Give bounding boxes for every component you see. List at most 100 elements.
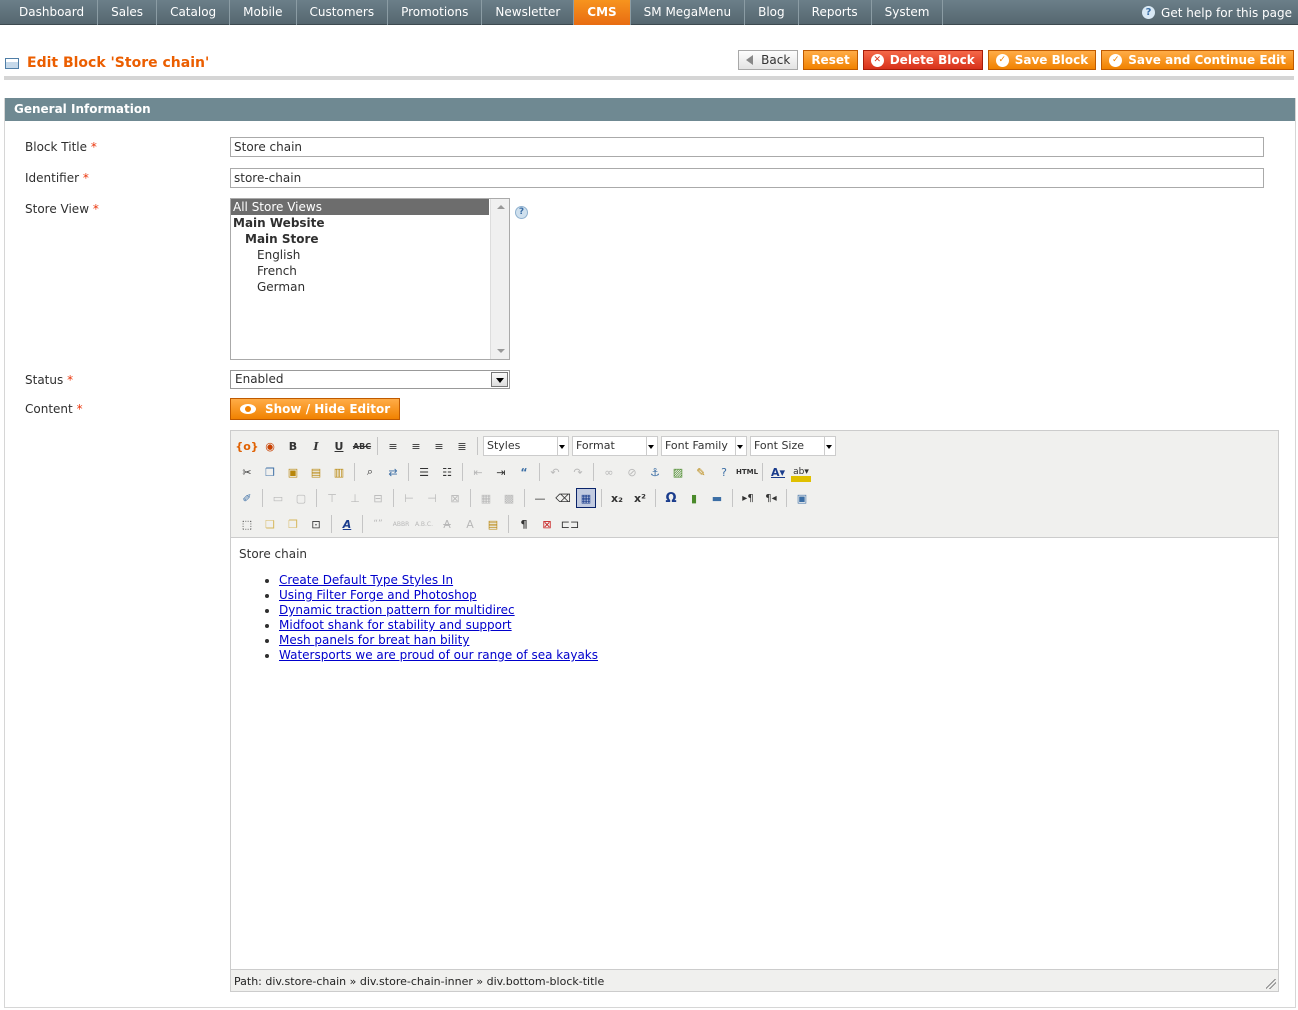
widget-icon[interactable]: {o} [235,436,258,456]
reset-button[interactable]: Reset [803,50,858,70]
cleanup-icon[interactable]: ✎ [691,462,711,482]
table-icon[interactable]: ▦ [576,488,596,508]
align-justify-icon[interactable]: ≣ [452,436,472,456]
editor-content-area[interactable]: Store chain Create Default Type Styles I… [231,537,1278,970]
save-block-button[interactable]: ✓ Save Block [987,50,1097,70]
styles-select[interactable]: Styles [483,436,569,456]
layer-icon[interactable]: ▣ [792,488,812,508]
anchor-icon[interactable]: ⚓ [645,462,665,482]
align-left-icon[interactable]: ≡ [383,436,403,456]
resize-handle-icon[interactable] [1266,979,1276,989]
nav-sales[interactable]: Sales [98,0,158,25]
delete-row-icon[interactable]: ⊟ [368,488,388,508]
format-select[interactable]: Format [572,436,658,456]
fullscreen-icon[interactable]: ▬ [707,488,727,508]
superscript-icon[interactable]: x² [630,488,650,508]
nav-sm-megamenu[interactable]: SM MegaMenu [631,0,746,25]
del-icon[interactable]: A [437,514,457,534]
content-link[interactable]: Midfoot shank for stability and support [279,618,512,632]
delete-block-button[interactable]: ✕ Delete Block [862,50,983,70]
table-cell-props-icon[interactable]: ▢ [291,488,311,508]
image-icon[interactable]: ▨ [668,462,688,482]
visual-chars-icon[interactable]: ¶ [514,514,534,534]
subscript-icon[interactable]: x₂ [607,488,627,508]
media-icon[interactable]: ▮ [684,488,704,508]
store-view-option[interactable]: French [231,263,509,279]
remove-format-icon[interactable]: ⌫ [553,488,573,508]
link-icon[interactable]: ∞ [599,462,619,482]
back-button[interactable]: Back [738,50,799,70]
unlink-icon[interactable]: ⊘ [622,462,642,482]
help-link[interactable]: ? Get help for this page [1142,0,1292,25]
nav-catalog[interactable]: Catalog [157,0,231,25]
nav-cms[interactable]: CMS [574,0,631,25]
edit-icon[interactable]: ✐ [237,488,257,508]
listbox-scrollbar[interactable] [490,199,509,359]
content-link[interactable]: Watersports we are proud of our range of… [279,648,598,662]
ltr-icon[interactable]: ▸¶ [738,488,758,508]
split-cells-icon[interactable]: ▦ [476,488,496,508]
move-backward-icon[interactable]: ❐ [283,514,303,534]
text-color-icon[interactable]: A▾ [768,462,788,482]
scroll-up-icon[interactable] [497,205,505,209]
content-link[interactable]: Create Default Type Styles In [279,573,453,587]
page-break-icon[interactable]: ⊏⊐ [560,514,580,534]
rtl-icon[interactable]: ¶◂ [761,488,781,508]
content-link[interactable]: Dynamic traction pattern for multidirec [279,603,515,617]
nav-promotions[interactable]: Promotions [388,0,483,25]
insert-row-before-icon[interactable]: ⊤ [322,488,342,508]
redo-icon[interactable]: ↷ [568,462,588,482]
bold-icon[interactable]: B [283,436,303,456]
horizontal-rule-icon[interactable]: — [530,488,550,508]
store-view-multiselect[interactable]: All Store Views Main Website Main Store … [230,198,510,360]
numbered-list-icon[interactable]: ☷ [437,462,457,482]
block-title-input[interactable]: Store chain [230,137,1264,157]
nav-newsletter[interactable]: Newsletter [482,0,575,25]
ins-icon[interactable]: A [460,514,480,534]
nav-dashboard[interactable]: Dashboard [6,0,99,25]
search-icon[interactable]: ⌕ [360,462,380,482]
paste-icon[interactable]: ▣ [283,462,303,482]
store-view-option[interactable]: All Store Views [231,199,489,215]
variable-icon[interactable]: ◉ [260,436,280,456]
insert-col-after-icon[interactable]: ⊣ [422,488,442,508]
question-icon[interactable]: ? [515,206,528,219]
nav-reports[interactable]: Reports [799,0,872,25]
insert-row-after-icon[interactable]: ⊥ [345,488,365,508]
content-link[interactable]: Mesh panels for breat han bility [279,633,469,647]
acronym-icon[interactable]: A.B.C. [414,514,434,534]
special-char-icon[interactable]: Ω [661,488,681,508]
abbr-icon[interactable]: ABBR [391,514,411,534]
font-size-select[interactable]: Font Size [750,436,836,456]
outdent-icon[interactable]: ⇤ [468,462,488,482]
copy-icon[interactable]: ❐ [260,462,280,482]
table-row-props-icon[interactable]: ▭ [268,488,288,508]
help-icon[interactable]: ? [714,462,734,482]
insert-layer-icon[interactable]: ⬚ [237,514,257,534]
highlight-color-icon[interactable]: ab▾ [791,462,811,482]
align-center-icon[interactable]: ≡ [406,436,426,456]
html-source-icon[interactable]: HTML [736,462,758,482]
style-props-icon[interactable]: A [337,514,357,534]
align-right-icon[interactable]: ≡ [429,436,449,456]
delete-col-icon[interactable]: ⊠ [445,488,465,508]
paste-text-icon[interactable]: ▤ [306,462,326,482]
strikethrough-icon[interactable]: ABC [352,436,372,456]
status-select[interactable]: Enabled [230,370,510,389]
indent-icon[interactable]: ⇥ [491,462,511,482]
undo-icon[interactable]: ↶ [545,462,565,482]
replace-icon[interactable]: ⇄ [383,462,403,482]
paste-word-icon[interactable]: ▥ [329,462,349,482]
font-family-select[interactable]: Font Family [661,436,747,456]
move-forward-icon[interactable]: ❏ [260,514,280,534]
nav-system[interactable]: System [872,0,944,25]
store-view-option[interactable]: German [231,279,509,295]
save-continue-button[interactable]: ✓ Save and Continue Edit [1101,50,1294,70]
nav-blog[interactable]: Blog [745,0,799,25]
cite-icon[interactable]: “” [368,514,388,534]
bullet-list-icon[interactable]: ☰ [414,462,434,482]
nav-customers[interactable]: Customers [297,0,389,25]
absolute-icon[interactable]: ⊡ [306,514,326,534]
chevron-down-icon[interactable] [491,372,508,387]
cut-icon[interactable]: ✂ [237,462,257,482]
